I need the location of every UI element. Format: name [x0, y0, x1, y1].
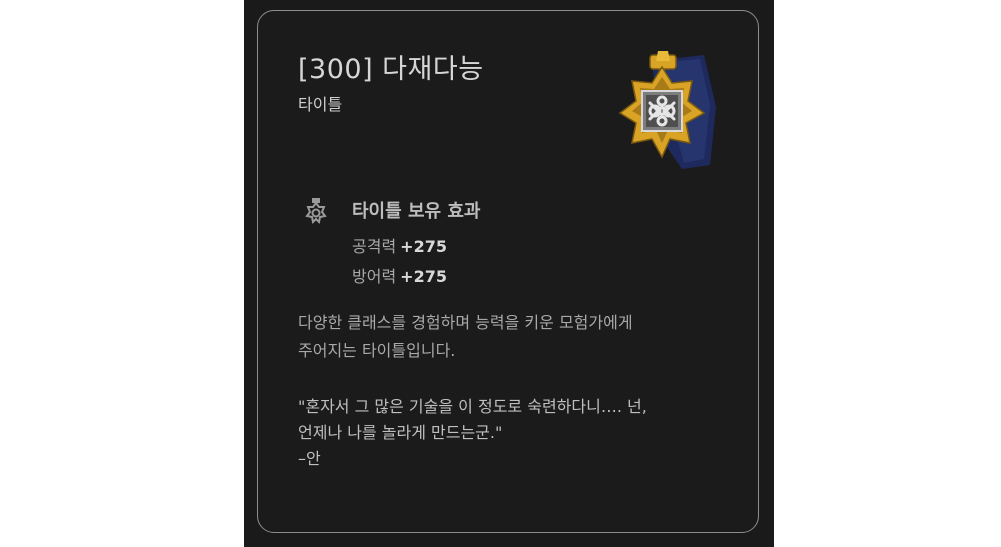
stat-defense-label: 방어력: [352, 267, 397, 286]
tooltip-title: [300] 다재다능: [298, 54, 484, 85]
tooltip-category: 타이틀: [298, 95, 343, 114]
knot-medal-icon: [618, 51, 716, 169]
quote-line: "혼자서 그 많은 기술을 이 정도로 숙련하다니…. 넌,: [298, 397, 647, 416]
stat-attack-label: 공격력: [352, 237, 397, 256]
effect-heading: 타이틀 보유 효과: [352, 201, 481, 222]
medal-icon: [305, 198, 327, 225]
quote-line: 언제나 나를 놀라게 만드는군.": [298, 423, 503, 442]
stat-attack: 공격력 +275: [352, 233, 447, 257]
stat-defense-value: +275: [400, 267, 447, 286]
quote-attribution: –안: [298, 449, 321, 468]
description-line: 다양한 클래스를 경험하며 능력을 키운 모험가에게: [298, 313, 633, 332]
description-line: 주어지는 타이틀입니다.: [298, 341, 456, 360]
stat-attack-value: +275: [400, 237, 447, 256]
title-tooltip-panel: [300] 다재다능 타이틀 타이틀 보유 효과 공격력 +275 방어력 +2…: [257, 10, 759, 533]
stat-defense: 방어력 +275: [352, 263, 447, 287]
